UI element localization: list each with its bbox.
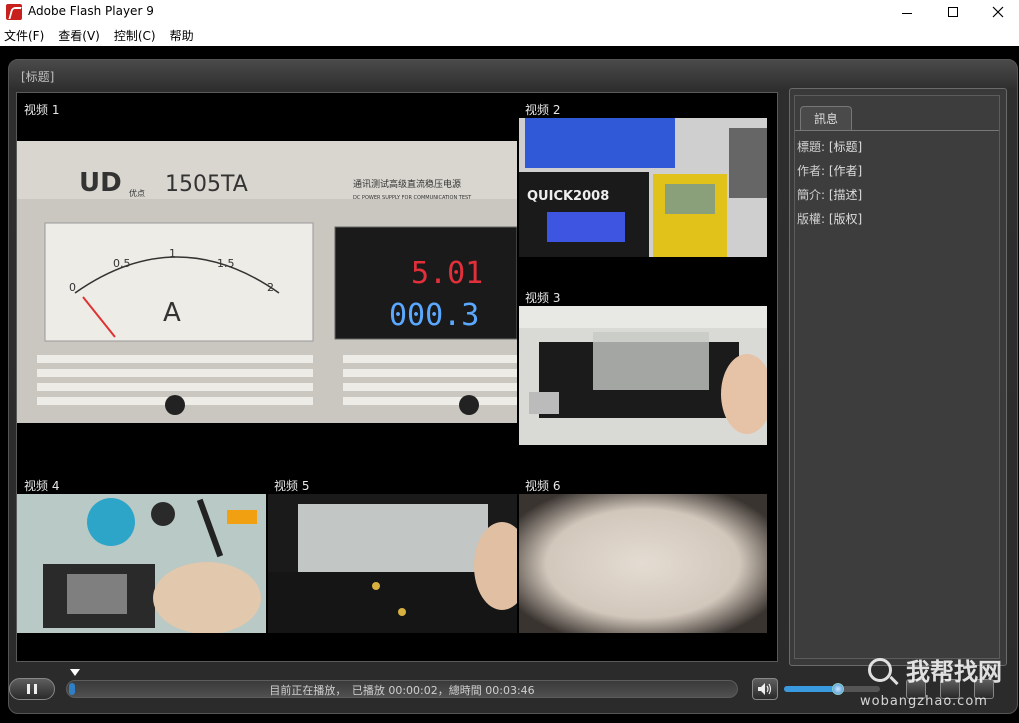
video-3-thumbnail[interactable] <box>519 306 767 445</box>
svg-text:0.5: 0.5 <box>113 257 131 270</box>
workbench-image <box>17 494 266 633</box>
tab-info[interactable]: 訊息 <box>800 106 852 130</box>
window-title: Adobe Flash Player 9 <box>28 4 154 18</box>
svg-text:A: A <box>163 298 181 328</box>
phone-board-image <box>519 306 767 445</box>
volume-knob[interactable] <box>832 683 844 695</box>
menu-control[interactable]: 控制(C) <box>114 27 156 44</box>
info-row-title: 標題: [标题] <box>797 140 863 154</box>
svg-text:1: 1 <box>169 247 176 260</box>
video-3-label: 视频 3 <box>525 291 561 305</box>
info-row-copyright: 版權: [版权] <box>797 212 863 226</box>
svg-text:通讯测试高级直流稳压电源: 通讯测试高级直流稳压电源 <box>353 178 461 190</box>
flash-player: [标题] 视频 1 UD 1505TA 优点 通讯测试高级直流稳压电源 DC P… <box>0 46 1019 723</box>
video-1-label: 视频 1 <box>24 103 60 117</box>
close-button[interactable] <box>975 0 1019 24</box>
info-row-description: 簡介: [描述] <box>797 188 863 202</box>
maximize-button[interactable] <box>930 0 976 24</box>
volume-fill <box>784 686 838 692</box>
meter-model: 1505TA <box>165 172 248 197</box>
minimize-icon <box>902 12 912 14</box>
minimize-button[interactable] <box>884 0 930 24</box>
info-panel-inner: 訊息 標題: [标题] 作者: [作者] 簡介: [描述] 版權: [版权] <box>794 95 1000 659</box>
info-panel: 訊息 標題: [标题] 作者: [作者] 簡介: [描述] 版權: [版权] <box>789 88 1007 666</box>
volume-button[interactable] <box>752 678 778 700</box>
svg-text:QUICK2008: QUICK2008 <box>527 189 609 204</box>
video-2-label: 视频 2 <box>525 103 561 117</box>
info-row-author: 作者: [作者] <box>797 164 863 178</box>
svg-text:优点: 优点 <box>129 188 145 198</box>
video-5-thumbnail[interactable] <box>268 494 517 633</box>
player-shell: [标题] 视频 1 UD 1505TA 优点 通讯测试高级直流稳压电源 DC P… <box>8 59 1018 714</box>
svg-text:2: 2 <box>267 281 274 294</box>
circuit-board-image <box>268 494 517 633</box>
playhead-marker[interactable] <box>70 669 80 676</box>
menu-help[interactable]: 帮助 <box>170 27 194 44</box>
svg-text:UD: UD <box>79 168 122 198</box>
menu-file[interactable]: 文件(F) <box>4 27 44 44</box>
video-6-label: 视频 6 <box>525 479 561 493</box>
svg-text:DC POWER SUPPLY FOR COMMUNICAT: DC POWER SUPPLY FOR COMMUNICATION TEST <box>353 195 472 201</box>
watermark: 我帮找网 wobangzhao.com <box>860 652 1018 722</box>
maximize-icon <box>948 7 958 17</box>
watermark-main: 我帮找网 <box>906 658 1002 686</box>
speaker-icon <box>758 683 772 695</box>
video-6-thumbnail[interactable] <box>519 494 767 633</box>
power-supply-image: UD 1505TA 优点 通讯测试高级直流稳压电源 DC POWER SUPPL… <box>17 141 517 423</box>
watermark-url: wobangzhao.com <box>860 694 988 709</box>
video-1-thumbnail[interactable]: UD 1505TA 优点 通讯测试高级直流稳压电源 DC POWER SUPPL… <box>17 141 517 423</box>
menu-view[interactable]: 查看(V) <box>58 27 100 44</box>
pause-icon <box>27 684 30 694</box>
progress-bar[interactable]: 目前正在播放， 已播放 00:00:02，總時間 00:03:46 <box>66 680 738 698</box>
playback-status: 目前正在播放， 已播放 00:00:02，總時間 00:03:46 <box>269 684 535 697</box>
video-grid: 视频 1 UD 1505TA 优点 通讯测试高级直流稳压电源 DC POWER … <box>16 92 778 662</box>
close-icon <box>992 6 1004 18</box>
soldering-station-image: QUICK2008 <box>519 118 767 257</box>
svg-text:5.01: 5.01 <box>411 256 483 291</box>
player-title: [标题] <box>21 70 55 84</box>
video-2-thumbnail[interactable]: QUICK2008 <box>519 118 767 257</box>
svg-text:000.3: 000.3 <box>389 298 479 333</box>
magnifier-icon <box>868 658 892 682</box>
video-4-label: 视频 4 <box>24 479 60 493</box>
flash-app-icon <box>6 4 22 20</box>
video-4-thumbnail[interactable] <box>17 494 266 633</box>
microscope-view-image <box>519 494 767 633</box>
title-bar: Adobe Flash Player 9 <box>0 0 1019 24</box>
video-5-label: 视频 5 <box>274 479 310 493</box>
svg-text:0: 0 <box>69 281 76 294</box>
menu-bar: 文件(F) 查看(V) 控制(C) 帮助 <box>0 24 1019 46</box>
svg-text:1.5: 1.5 <box>217 257 235 270</box>
pause-button[interactable] <box>9 678 55 700</box>
